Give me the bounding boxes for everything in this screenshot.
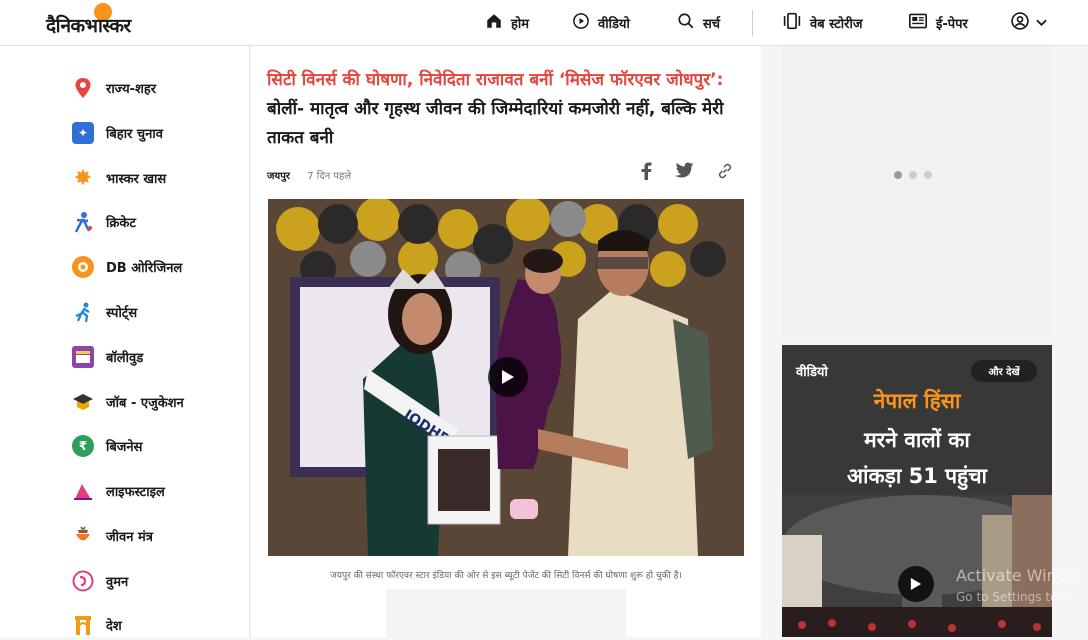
sidebar-item-label: DB ओरिजिनल bbox=[106, 261, 183, 276]
nav-divider bbox=[752, 10, 753, 36]
top-navigation-bar: दैनिकभास्कर होम वीडियो सर्च वेब स्टोरीज … bbox=[0, 0, 1088, 46]
play-icon bbox=[502, 370, 514, 384]
video-headline-line3: आंकड़ा 51 पहुंचा bbox=[847, 464, 987, 488]
nav-web-stories-label: वेब स्टोरीज bbox=[810, 17, 863, 32]
nav-web-stories[interactable]: वेब स्टोरीज bbox=[782, 0, 862, 46]
link-icon bbox=[718, 163, 732, 179]
home-icon bbox=[485, 12, 503, 35]
dainik-bhaskar-logo[interactable]: दैनिकभास्कर bbox=[46, 12, 131, 38]
search-icon bbox=[677, 12, 695, 35]
headline-rest: बोलीं- मातृत्व और गृहस्थ जीवन की जिम्मेद… bbox=[267, 99, 724, 148]
india-gate-icon bbox=[72, 614, 94, 636]
chevron-down-icon bbox=[1036, 16, 1047, 31]
bihar-map-icon: ✦ bbox=[72, 122, 94, 144]
sidebar-item-label: देश bbox=[106, 619, 122, 634]
twitter-share-button[interactable] bbox=[675, 162, 694, 182]
nav-epaper-label: ई-पेपर bbox=[936, 17, 968, 32]
sidebar-item-bollywood[interactable]: बॉलीवुड bbox=[72, 342, 143, 372]
newspaper-icon bbox=[908, 12, 928, 35]
carousel-dot[interactable] bbox=[894, 171, 902, 179]
sidebar-item-db-original[interactable]: DB ओरिजिनल bbox=[72, 252, 182, 282]
windows-activation-watermark: Activate Windo bbox=[956, 566, 1077, 585]
sidebar-item-bhaskar-khas[interactable]: ✸ भास्कर खास bbox=[72, 163, 166, 193]
article-city: जयपुर bbox=[267, 171, 290, 182]
sidebar-item-label: राज्य-शहर bbox=[106, 82, 157, 97]
play-icon bbox=[910, 578, 922, 590]
nav-search[interactable]: सर्च bbox=[677, 0, 720, 46]
woman-icon bbox=[72, 570, 94, 592]
video-headline-line2: मरने वालों का bbox=[864, 428, 970, 452]
sidebar: राज्य-शहर ✦ बिहार चुनाव ✸ भास्कर खास क्र… bbox=[0, 46, 250, 637]
lifestyle-icon bbox=[72, 480, 94, 502]
account-menu[interactable] bbox=[1010, 0, 1047, 46]
sidebar-item-label: जीवन मंत्र bbox=[106, 530, 153, 545]
video-play-button[interactable] bbox=[488, 357, 528, 397]
web-stories-icon bbox=[782, 12, 802, 35]
video-headline-line1: नेपाल हिंसा bbox=[873, 389, 961, 413]
article-time: 7 दिन पहले bbox=[307, 171, 352, 182]
image-caption: जयपुर की संस्था फॉरएवर स्टार इंडिया की ओ… bbox=[330, 571, 682, 581]
cricket-icon bbox=[72, 211, 94, 233]
sidebar-item-business[interactable]: ₹ बिजनेस bbox=[72, 431, 142, 461]
sidebar-item-label: क्रिकेट bbox=[106, 216, 136, 231]
carousel-dot[interactable] bbox=[924, 171, 932, 179]
see-more-button[interactable]: और देखें bbox=[971, 360, 1037, 382]
twitter-icon bbox=[675, 162, 694, 178]
article-meta: जयपुर 7 दिन पहले bbox=[267, 168, 351, 182]
carousel-dots[interactable] bbox=[894, 171, 932, 179]
sidebar-item-woman[interactable]: वुमन bbox=[72, 566, 128, 596]
nav-epaper[interactable]: ई-पेपर bbox=[908, 0, 968, 46]
sidebar-item-job-education[interactable]: जॉब - एजुकेशन bbox=[72, 387, 184, 417]
windows-activation-subtext: Go to Settings to ac bbox=[956, 590, 1076, 604]
right-ad-slot bbox=[782, 46, 1052, 336]
graduation-cap-icon bbox=[72, 391, 94, 413]
user-icon bbox=[1010, 11, 1030, 35]
running-icon bbox=[72, 301, 94, 323]
pot-icon bbox=[72, 525, 94, 547]
nav-home[interactable]: होम bbox=[485, 0, 529, 46]
facebook-share-button[interactable] bbox=[639, 162, 653, 184]
sidebar-item-country[interactable]: देश bbox=[72, 610, 122, 640]
ad-placeholder bbox=[386, 589, 626, 637]
sidebar-item-lifestyle[interactable]: लाइफस्टाइल bbox=[72, 476, 165, 506]
star-burst-icon: ✸ bbox=[73, 165, 93, 191]
sidebar-item-bihar-election[interactable]: ✦ बिहार चुनाव bbox=[72, 118, 163, 148]
sidebar-item-label: भास्कर खास bbox=[106, 172, 167, 187]
nav-search-label: सर्च bbox=[703, 17, 721, 32]
video-play-button[interactable] bbox=[898, 566, 934, 602]
clapperboard-icon bbox=[72, 346, 94, 368]
sidebar-item-label: लाइफस्टाइल bbox=[106, 485, 165, 500]
headline-highlight: सिटी विनर्स की घोषणा, निवेदिता राजावत बन… bbox=[267, 70, 724, 90]
sidebar-item-label: जॉब - एजुकेशन bbox=[106, 396, 184, 411]
rupee-icon: ₹ bbox=[72, 435, 94, 457]
sidebar-item-label: बिहार चुनाव bbox=[106, 127, 163, 142]
sidebar-item-label: बिजनेस bbox=[106, 440, 143, 455]
carousel-dot[interactable] bbox=[909, 171, 917, 179]
db-original-icon bbox=[72, 256, 94, 278]
video-widget-title: वीडियो bbox=[796, 365, 828, 380]
nav-video[interactable]: वीडियो bbox=[572, 0, 630, 46]
nav-home-label: होम bbox=[511, 17, 530, 32]
nav-video-label: वीडियो bbox=[598, 17, 630, 32]
play-circle-icon bbox=[572, 12, 590, 35]
sidebar-item-state-city[interactable]: राज्य-शहर bbox=[72, 73, 156, 103]
sidebar-item-label: स्पोर्ट्स bbox=[106, 306, 138, 321]
sidebar-item-sports[interactable]: स्पोर्ट्स bbox=[72, 297, 137, 327]
article-headline[interactable]: सिटी विनर्स की घोषणा, निवेदिता राजावत बन… bbox=[267, 66, 737, 153]
sidebar-item-label: वुमन bbox=[106, 575, 129, 590]
facebook-icon bbox=[641, 162, 652, 180]
sidebar-item-cricket[interactable]: क्रिकेट bbox=[72, 207, 136, 237]
copy-link-button[interactable] bbox=[716, 162, 734, 184]
location-pin-icon bbox=[72, 77, 94, 99]
sidebar-item-jeevan-mantra[interactable]: जीवन मंत्र bbox=[72, 521, 153, 551]
article-image[interactable]: JODHPUR bbox=[268, 199, 744, 556]
article-card: सिटी विनर्स की घोषणा, निवेदिता राजावत बन… bbox=[251, 46, 761, 637]
sidebar-item-label: बॉलीवुड bbox=[106, 351, 144, 366]
